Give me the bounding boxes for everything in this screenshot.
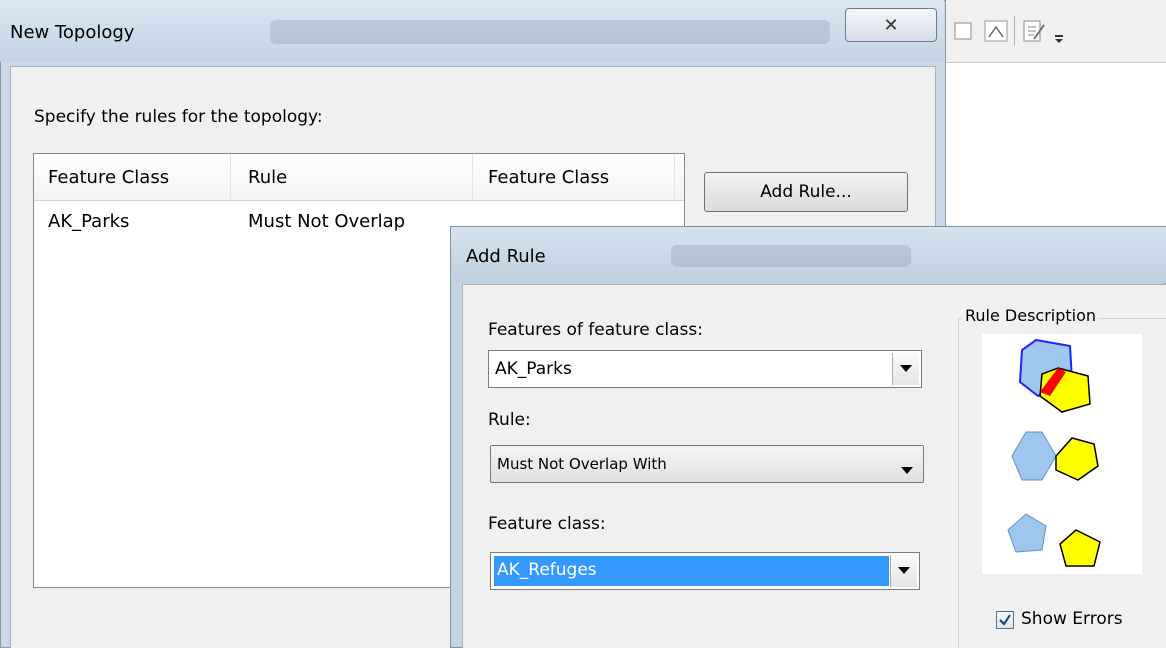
toolbar-tool-button[interactable] [950, 17, 978, 45]
toolbar-overflow-icon[interactable] [1052, 17, 1066, 45]
rule-description-diagram [982, 334, 1142, 574]
column-divider [674, 154, 675, 200]
show-errors-label[interactable]: Show Errors [1021, 609, 1123, 629]
rule-label: Rule: [488, 410, 531, 430]
features-label: Features of feature class: [488, 320, 703, 340]
features-combobox[interactable]: AK_Parks [488, 350, 922, 388]
rule-combobox[interactable]: Must Not Overlap With [490, 445, 924, 483]
yellow-pentagon-separate [1059, 529, 1101, 567]
blue-hexagon-touching [1011, 431, 1057, 481]
column-header-rule[interactable]: Rule [248, 167, 287, 188]
blurred-background [671, 245, 911, 267]
chevron-down-icon[interactable] [892, 353, 919, 385]
close-icon: ✕ [883, 14, 899, 36]
feature-class-label: Feature class: [488, 514, 606, 534]
yellow-polygon-touching [1055, 437, 1099, 481]
checkmark-icon [999, 614, 1011, 626]
column-header-feature-class-2[interactable]: Feature Class [488, 167, 609, 188]
rule-description-legend: Rule Description [962, 306, 1100, 325]
toolbar-separator [1014, 16, 1015, 46]
column-divider [472, 154, 473, 200]
blue-pentagon-separate [1007, 513, 1047, 553]
chevron-down-icon[interactable] [890, 555, 917, 587]
polyline-tool-icon[interactable] [982, 17, 1010, 45]
rule-value: Must Not Overlap With [497, 455, 667, 473]
rules-prompt: Specify the rules for the topology: [34, 107, 323, 127]
background-toolbar [940, 0, 1166, 63]
column-divider [230, 154, 231, 200]
column-header-feature-class[interactable]: Feature Class [48, 167, 169, 188]
features-value: AK_Parks [495, 359, 572, 379]
attributes-icon[interactable] [1020, 17, 1048, 45]
new-topology-title: New Topology [10, 22, 135, 43]
new-topology-titlebar[interactable] [0, 0, 944, 62]
add-rule-button[interactable]: Add Rule... [704, 172, 908, 212]
table-row-feature-class[interactable]: AK_Parks [48, 211, 129, 232]
table-row-rule[interactable]: Must Not Overlap [248, 211, 405, 232]
feature-class-value: AK_Refuges [494, 556, 889, 586]
chevron-down-icon[interactable] [901, 460, 913, 479]
feature-class-combobox[interactable]: AK_Refuges [490, 552, 920, 590]
add-rule-titlebar[interactable] [451, 227, 1166, 283]
show-errors-checkbox[interactable] [996, 611, 1014, 629]
add-rule-title: Add Rule [466, 246, 546, 267]
blurred-background-toolbar [270, 20, 830, 44]
overlap-rule-illustration [1007, 338, 1101, 567]
close-button[interactable]: ✕ [845, 8, 937, 42]
